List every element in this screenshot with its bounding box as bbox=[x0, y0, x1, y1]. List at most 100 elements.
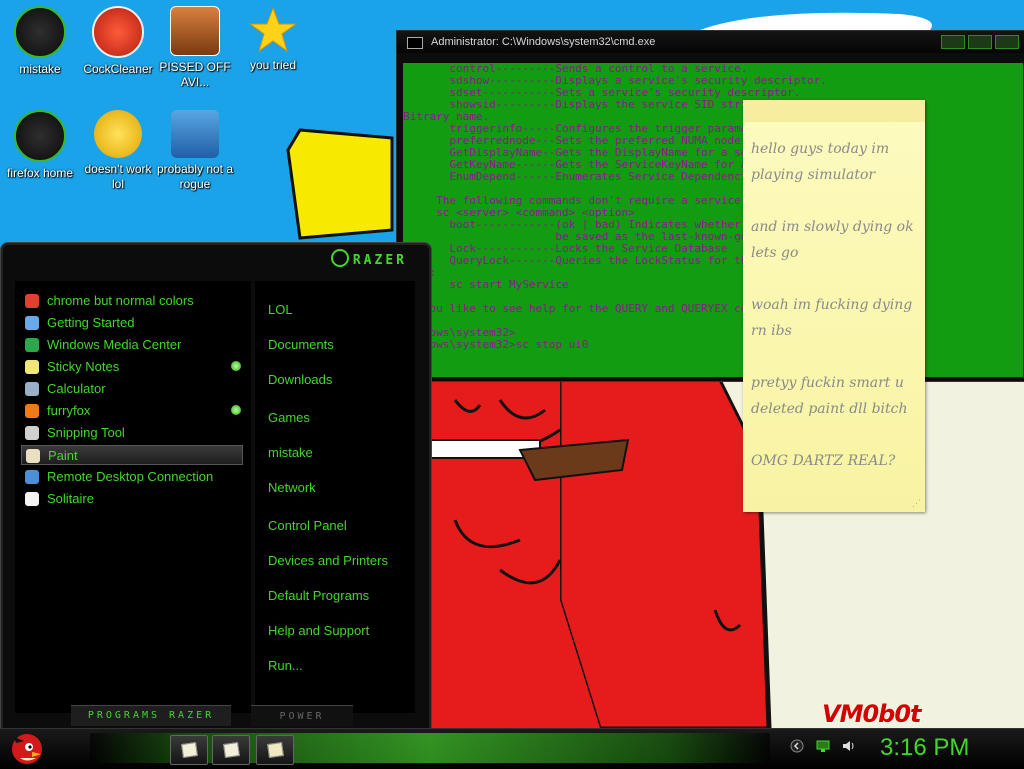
program-item-windows-media-center[interactable]: Windows Media Center bbox=[21, 335, 243, 355]
razer-logo-icon bbox=[14, 110, 66, 162]
razer-logo: RAZER bbox=[330, 249, 407, 268]
program-item-solitaire[interactable]: Solitaire bbox=[21, 489, 243, 509]
all-programs-button[interactable]: PROGRAMS RAZER bbox=[71, 705, 231, 726]
start-menu-header: RAZER bbox=[1, 243, 431, 275]
razer-snake-icon bbox=[330, 249, 349, 267]
desktop-icon-doesnt-work-lol[interactable]: doesn't work lol bbox=[78, 110, 158, 192]
star-icon bbox=[248, 6, 298, 54]
console-line: EnumDepend------Enumerates Service Depen… bbox=[403, 170, 768, 183]
console-line: ld you like to see help for the QUERY an… bbox=[403, 302, 867, 315]
cmd-title: Administrator: C:\Windows\system32\cmd.e… bbox=[431, 36, 656, 48]
getting-started-icon bbox=[25, 316, 39, 330]
power-button[interactable]: POWER bbox=[251, 705, 353, 726]
place-item-network[interactable]: Network bbox=[268, 479, 316, 497]
show-hidden-icons-chevron-icon[interactable] bbox=[790, 739, 804, 753]
razer-logo-text: RAZER bbox=[352, 253, 407, 268]
sticky-note-icon bbox=[181, 742, 198, 758]
close-button[interactable] bbox=[995, 35, 1019, 49]
console-line: QueryLock-------Queries the LockStatus f… bbox=[403, 254, 880, 267]
place-item-control-panel[interactable]: Control Panel bbox=[268, 517, 347, 535]
chrome-icon bbox=[25, 294, 39, 308]
place-item-mistake[interactable]: mistake bbox=[268, 444, 313, 462]
cmd-icon bbox=[407, 37, 423, 49]
program-item-label: Solitaire bbox=[47, 491, 94, 506]
desktop-icon-mistake[interactable]: mistake bbox=[0, 6, 80, 77]
desktop-icon-firefox-home[interactable]: firefox home bbox=[0, 110, 80, 181]
console-line: Windows\system32>sc stop ui0 bbox=[403, 338, 589, 351]
desktop-icon-pissed-off-avi[interactable]: PISSED OFF AVI... bbox=[155, 6, 235, 90]
sticky-note-titlebar[interactable] bbox=[743, 100, 925, 122]
taskbar-button-paint[interactable] bbox=[256, 735, 294, 765]
cmd-window[interactable]: Administrator: C:\Windows\system32\cmd.e… bbox=[396, 30, 1024, 382]
sticky-note-paragraph: hello guys today im playing simulator bbox=[751, 141, 890, 183]
cmd-console-output[interactable]: control---------Sends a control to a ser… bbox=[403, 63, 1023, 377]
minimize-button[interactable] bbox=[941, 35, 965, 49]
scissors-icon bbox=[25, 426, 39, 440]
program-item-getting-started[interactable]: Getting Started bbox=[21, 313, 243, 333]
program-item-label: Getting Started bbox=[47, 315, 135, 330]
desktop-icon-you-tried[interactable]: you tried bbox=[233, 6, 313, 73]
sticky-notes-icon bbox=[25, 360, 39, 374]
calculator-icon bbox=[25, 382, 39, 396]
program-item-label: Paint bbox=[48, 448, 78, 463]
media-center-icon bbox=[25, 338, 39, 352]
sticky-note-paragraph: woah im fucking dying rn ibs bbox=[751, 297, 913, 339]
program-item-label: Sticky Notes bbox=[47, 359, 120, 374]
watermark-text: VM0b0t bbox=[822, 700, 922, 728]
sticky-note-paragraph: and im slowly dying ok lets go bbox=[751, 219, 914, 261]
place-item-run[interactable]: Run... bbox=[268, 657, 303, 675]
network-icon[interactable] bbox=[816, 739, 830, 753]
jumplist-arrow-icon[interactable] bbox=[231, 405, 241, 415]
paint-icon bbox=[267, 742, 284, 758]
program-item-sticky-notes[interactable]: Sticky Notes bbox=[21, 357, 243, 377]
taskbar-clock[interactable]: 3:16 PM bbox=[880, 733, 969, 763]
place-item-devices-and-printers[interactable]: Devices and Printers bbox=[268, 552, 388, 570]
desktop-icon-label: CockCleaner bbox=[83, 62, 153, 76]
place-item-lol[interactable]: LOL bbox=[268, 301, 293, 319]
cmd-titlebar[interactable]: Administrator: C:\Windows\system32\cmd.e… bbox=[397, 31, 1024, 53]
firefox-icon bbox=[25, 404, 39, 418]
taskbar-button-sticky-notes-2[interactable] bbox=[212, 735, 250, 765]
start-menu: RAZER chrome but normal colors Getting St… bbox=[0, 242, 432, 734]
taskbar-button-sticky-notes[interactable] bbox=[170, 735, 208, 765]
program-item-label: Calculator bbox=[47, 381, 106, 396]
desktop-icon-label: PISSED OFF AVI... bbox=[159, 60, 231, 89]
program-item-label: Snipping Tool bbox=[47, 425, 125, 440]
solitaire-icon bbox=[25, 492, 39, 506]
start-button-angry-bird-icon[interactable] bbox=[6, 727, 46, 767]
desktop-icon-label: doesn't work lol bbox=[84, 162, 152, 191]
program-item-snipping-tool[interactable]: Snipping Tool bbox=[21, 423, 243, 443]
console-line: sc start MyService bbox=[403, 278, 569, 291]
system-tray bbox=[790, 739, 856, 753]
place-item-games[interactable]: Games bbox=[268, 409, 310, 427]
program-item-remote-desktop-connection[interactable]: Remote Desktop Connection bbox=[21, 467, 243, 487]
resize-grip-icon[interactable]: ⋰ bbox=[912, 498, 921, 509]
desktop-icon-cockcleaner[interactable]: CockCleaner bbox=[78, 6, 158, 77]
place-item-documents[interactable]: Documents bbox=[268, 336, 334, 354]
volume-icon[interactable] bbox=[842, 739, 856, 753]
program-item-furryfox[interactable]: furryfox bbox=[21, 401, 243, 421]
program-item-label: chrome but normal colors bbox=[47, 293, 194, 308]
place-item-default-programs[interactable]: Default Programs bbox=[268, 587, 369, 605]
program-item-label: Windows Media Center bbox=[47, 337, 182, 352]
sticky-note-icon bbox=[223, 742, 240, 758]
desktop-icon-label: you tried bbox=[249, 58, 297, 72]
sticky-note-text[interactable]: hello guys today im playing simulator and… bbox=[743, 122, 925, 474]
taskbar: 3:16 PM bbox=[0, 728, 1024, 769]
desktop-icon-label: probably not a rogue bbox=[156, 162, 234, 191]
maximize-button[interactable] bbox=[968, 35, 992, 49]
sticky-note-paragraph: pretyy fuckin smart u deleted paint dll … bbox=[751, 375, 908, 417]
program-item-paint[interactable]: Paint bbox=[21, 445, 243, 465]
console-line: showsid---------Displays the service SID… bbox=[403, 98, 894, 111]
desktop-icon-probably-not-a-rogue[interactable]: probably not a rogue bbox=[155, 110, 235, 192]
jumplist-arrow-icon[interactable] bbox=[231, 361, 241, 371]
sticky-note[interactable]: hello guys today im playing simulator and… bbox=[743, 100, 925, 512]
desktop-icon-label: mistake bbox=[19, 62, 61, 76]
desktop-icon-label: firefox home bbox=[6, 166, 74, 180]
place-item-help-and-support[interactable]: Help and Support bbox=[268, 622, 369, 640]
places-list: LOL Documents Downloads Games mistake Network… bbox=[255, 281, 415, 713]
program-list: chrome but normal colors Getting Started W… bbox=[15, 281, 251, 713]
program-item-calculator[interactable]: Calculator bbox=[21, 379, 243, 399]
program-item-chrome-but-normal-colors[interactable]: chrome but normal colors bbox=[21, 291, 243, 311]
place-item-downloads[interactable]: Downloads bbox=[268, 371, 332, 389]
